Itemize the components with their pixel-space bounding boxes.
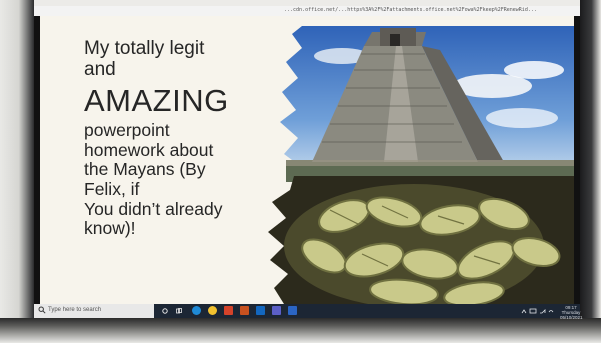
task-view-icon[interactable] — [176, 308, 182, 314]
search-icon — [38, 306, 46, 314]
search-placeholder-text: Type here to search — [48, 307, 102, 313]
powerpoint-icon[interactable] — [240, 306, 249, 315]
clock-date: 05/10/2021 — [560, 315, 583, 320]
cortana-icon[interactable] — [162, 308, 168, 314]
monitor-bezel-bottom — [0, 318, 601, 343]
teams-icon[interactable] — [272, 306, 281, 315]
presentation-slide: My totally legit and AMAZING powerpoint … — [40, 16, 574, 304]
windows-taskbar: Type here to search 09:17 Thursday 05/10… — [34, 304, 583, 320]
word-icon[interactable] — [288, 306, 297, 315]
taskbar-search-box[interactable]: Type here to search — [34, 304, 154, 318]
chrome-icon[interactable] — [208, 306, 217, 315]
monitor-bezel-right — [580, 0, 601, 343]
tray-clock[interactable]: 09:17 Thursday 05/10/2021 — [560, 305, 583, 320]
monitor-screen: ...cdn.office.net/...https%3A%2F%2Fattac… — [34, 6, 583, 320]
system-tray: 09:17 Thursday 05/10/2021 — [520, 304, 583, 320]
monitor-bezel-left — [0, 0, 34, 343]
photo-of-monitor: ...cdn.office.net/...https%3A%2F%2Fattac… — [0, 0, 601, 343]
tamales-photo — [268, 176, 574, 304]
office-icon[interactable] — [224, 306, 233, 315]
outlook-icon[interactable] — [256, 306, 265, 315]
slide-text-emphasis: AMAZING — [84, 82, 229, 118]
slide-text-line: powerpoint — [84, 120, 170, 141]
slide-text-line: and — [84, 59, 116, 81]
browser-address-strip[interactable]: ...cdn.office.net/...https%3A%2F%2Fattac… — [34, 6, 580, 16]
edge-icon[interactable] — [192, 306, 201, 315]
slide-text-line: homework about — [84, 139, 214, 160]
mayan-pyramid-photo — [280, 26, 574, 182]
url-text: ...cdn.office.net/...https%3A%2F%2Fattac… — [284, 7, 537, 13]
tray-icons[interactable] — [520, 307, 556, 315]
slide-text-line: My totally legit — [84, 38, 205, 59]
